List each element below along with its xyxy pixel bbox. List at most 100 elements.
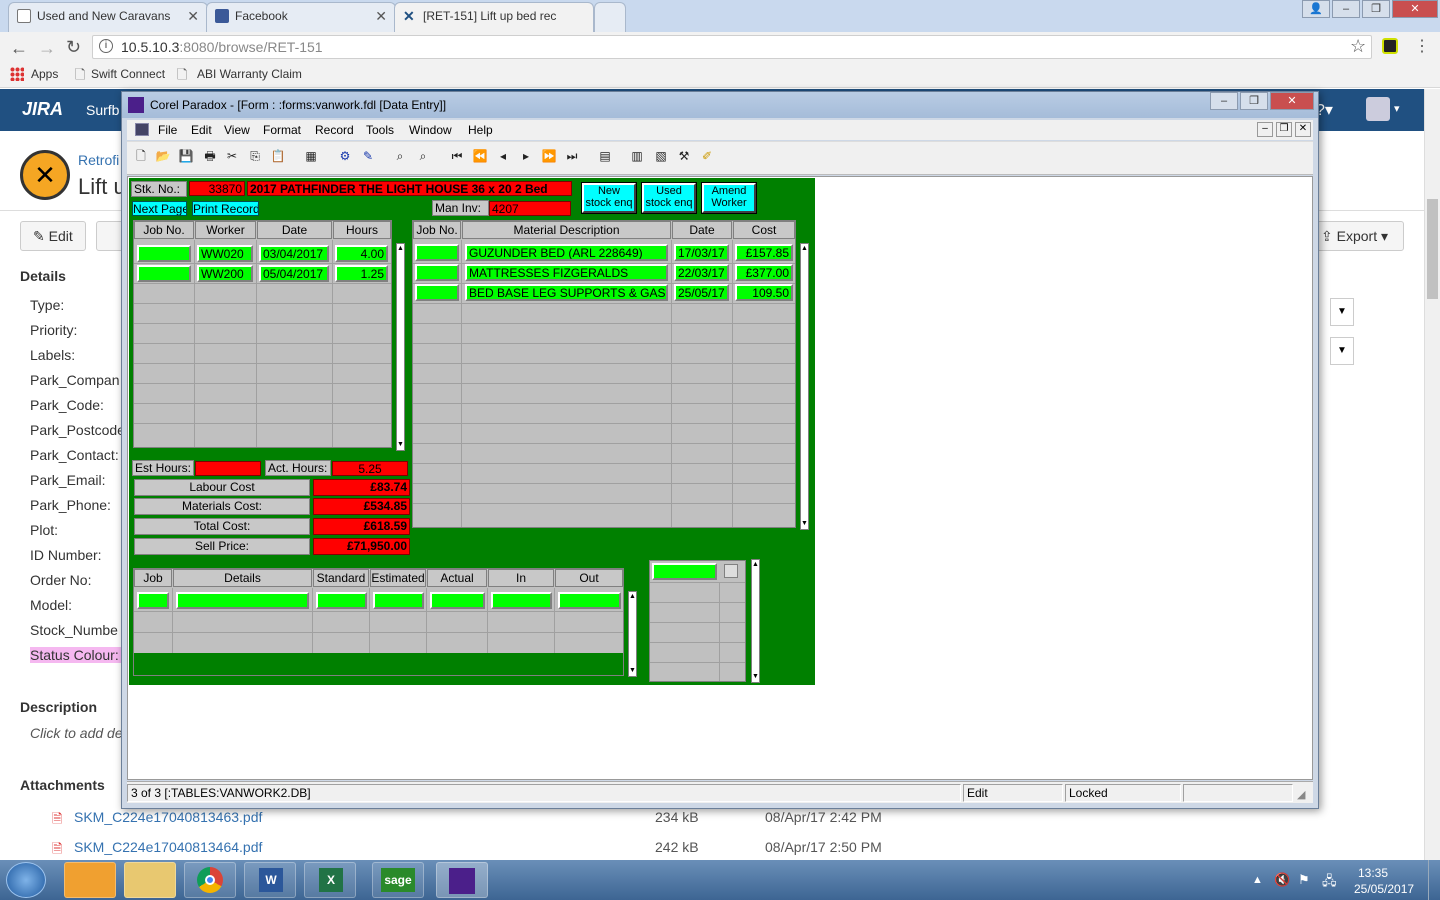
page-scrollbar[interactable] [1424,89,1440,860]
resize-grip-icon[interactable]: ◢ [1297,788,1305,801]
prev-set-icon[interactable]: ⏪ [472,148,488,164]
labour-hours-cell[interactable]: 1.25 [335,265,388,282]
chrome-icon[interactable] [184,862,236,898]
labour-date-cell[interactable]: 03/04/2017 [259,245,329,262]
child-restore-icon[interactable]: ❐ [1276,122,1292,137]
form-icon[interactable] [135,123,149,136]
scroll-down-icon[interactable]: ▼ [397,440,404,450]
first-record-icon[interactable]: ⏮ [449,148,465,164]
cut-icon[interactable]: ✂ [224,148,240,164]
standard-cell[interactable] [316,592,367,609]
clock-date[interactable]: 25/05/2017 [1354,882,1414,896]
paste-icon[interactable]: 📋 [270,148,286,164]
url-input[interactable]: i 10.5.10.3:8080/browse/RET-151 [92,35,1372,59]
material-desc-cell[interactable]: MATTRESSES FIZGERALDS [465,264,668,281]
minimize-icon[interactable]: – [1210,92,1238,110]
extension-icon[interactable] [1382,38,1398,54]
form-view-icon[interactable]: ▧ [653,148,669,164]
used-stock-enq-button[interactable]: Used stock enq [641,182,697,214]
material-date-cell[interactable]: 22/03/17 [674,264,729,281]
material-date-cell[interactable]: 17/03/17 [674,244,729,261]
locate-icon[interactable]: ⌕ [392,148,408,164]
material-job-cell[interactable] [415,244,459,261]
table-view-icon[interactable]: ▥ [629,148,645,164]
show-desktop-button[interactable] [1428,860,1440,900]
labour-worker-cell[interactable]: WW200 [197,265,253,282]
act-hours-field[interactable]: 5.25 [332,461,408,476]
child-minimize-icon[interactable]: – [1257,122,1273,137]
labour-date-cell[interactable]: 05/04/2017 [259,265,329,282]
save-icon[interactable]: 💾 [178,148,194,164]
scroll-down-icon[interactable]: ▼ [629,666,636,676]
sell-price-field[interactable]: £71,950.00 [313,538,410,555]
menu-edit[interactable]: Edit [191,123,212,137]
material-cost-cell[interactable]: £157.85 [735,244,793,261]
info-icon[interactable]: i [99,39,113,53]
filter-icon[interactable]: ▤ [597,148,613,164]
paradox-titlebar[interactable]: Corel Paradox - [Form : :forms:vanwork.f… [122,92,1318,118]
select-dropdown[interactable]: ▼ [1330,337,1354,365]
stk-no-field[interactable]: 33870 [189,181,245,196]
menu-format[interactable]: Format [263,123,301,137]
outlook-icon[interactable] [64,862,116,898]
scroll-down-icon[interactable]: ▼ [752,672,759,682]
scrollbar-thumb[interactable] [1427,199,1438,299]
print-icon[interactable]: 🖶 [202,148,218,164]
edit-data-icon[interactable]: ✎ [360,148,376,164]
clock-time[interactable]: 13:35 [1358,866,1388,880]
last-record-icon[interactable]: ⏭ [564,148,580,164]
labour-cost-field[interactable]: £83.74 [313,479,410,496]
total-cost-field[interactable]: £618.59 [313,518,410,535]
labour-job-cell[interactable] [137,245,191,262]
jobs-scrollbar[interactable]: ▲ ▼ [628,591,637,677]
tab-jira[interactable]: ✕ [RET-151] Lift up bed rec [394,2,594,33]
start-button[interactable] [6,862,46,898]
export-button[interactable]: ⇪ Export ▾ [1312,221,1404,251]
expert-icon[interactable]: ✐ [699,148,715,164]
close-window-icon[interactable]: ✕ [1270,92,1314,110]
new-stock-enq-button[interactable]: New stock enq [581,182,637,214]
network-icon[interactable]: 🖧 [1322,872,1337,894]
minimize-icon[interactable]: – [1332,0,1360,18]
flag-icon[interactable]: ⚑ [1298,872,1310,888]
tab-facebook[interactable]: Facebook ✕ [206,2,396,32]
side-cell[interactable] [652,563,717,580]
restore-icon[interactable]: ❐ [1240,92,1268,110]
actual-cell[interactable] [430,592,485,609]
description-placeholder[interactable]: Click to add de [30,725,123,741]
material-desc-cell[interactable]: BED BASE LEG SUPPORTS & GAS LIFT [465,284,668,301]
attachment-link[interactable]: SKM_C224e17040813463.pdf [74,809,262,825]
forward-icon[interactable]: → [38,38,56,59]
scroll-down-icon[interactable]: ▼ [801,519,808,529]
bookmark-star-icon[interactable]: ☆ [1350,36,1366,57]
material-job-cell[interactable] [415,284,459,301]
details-cell[interactable] [176,592,309,609]
stock-description-field[interactable]: 2017 PATHFINDER THE LIGHT HOUSE 36 x 20 … [247,181,572,196]
tools-icon[interactable]: ⚒ [676,148,692,164]
amend-worker-button[interactable]: Amend Worker [701,182,757,214]
chevron-down-icon[interactable]: ▾ [1394,102,1400,115]
scroll-up-icon[interactable]: ▲ [801,244,808,254]
excel-icon[interactable]: X [304,862,356,898]
reload-icon[interactable]: ↻ [66,37,81,58]
menu-help[interactable]: Help [468,123,493,137]
labour-worker-cell[interactable]: WW020 [197,245,253,262]
next-record-icon[interactable]: ▸ [518,148,534,164]
materials-scrollbar[interactable]: ▲ ▼ [800,243,809,530]
bookmark-abi-warranty[interactable]: ABI Warranty Claim [197,67,302,81]
checkbox[interactable] [724,564,738,578]
avatar[interactable] [1366,97,1390,121]
edit-button[interactable]: ✎ Edit [20,221,86,251]
word-icon[interactable]: W [244,862,296,898]
copy-icon[interactable]: ⎘ [247,148,263,164]
menu-view[interactable]: View [224,123,250,137]
job-cell[interactable] [137,592,169,609]
menu-icon[interactable]: ⋮ [1414,36,1430,56]
man-inv-field[interactable]: 4207 [489,201,571,216]
labour-job-cell[interactable] [137,265,191,282]
restore-icon[interactable]: ❐ [1362,0,1390,18]
material-job-cell[interactable] [415,264,459,281]
scroll-up-icon[interactable]: ▲ [752,560,759,570]
scroll-up-icon[interactable]: ▲ [629,592,636,602]
menu-window[interactable]: Window [409,123,452,137]
